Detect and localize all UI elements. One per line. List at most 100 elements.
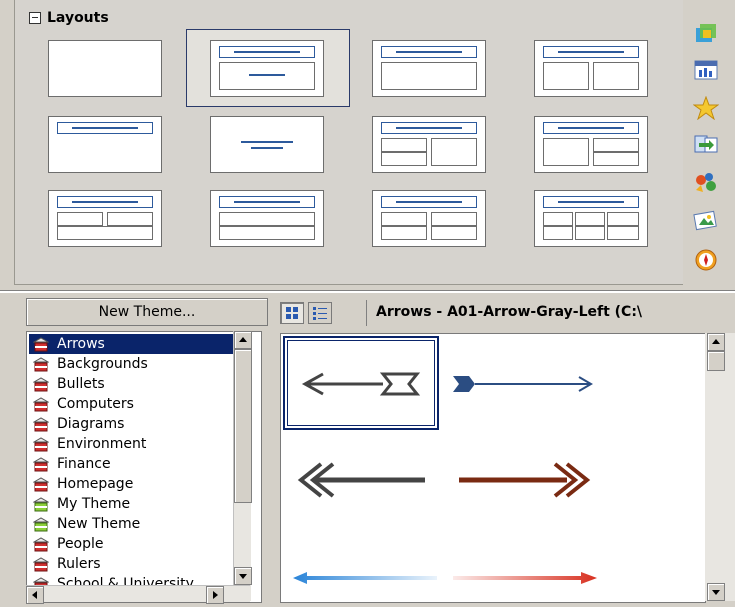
theme-item-rulers[interactable]: Rulers [29,554,234,574]
folder-icon [33,416,49,432]
arrow-gray-left-icon [301,372,421,396]
theme-item-bullets[interactable]: Bullets [29,374,234,394]
new-theme-button[interactable]: New Theme... [26,298,268,326]
folder-icon [33,376,49,392]
layout-thumbnail [210,190,324,247]
theme-label: Finance [57,456,111,472]
theme-label: Environment [57,436,147,452]
folder-icon [33,496,49,512]
layout-title-content-over-content[interactable] [187,180,349,256]
layout-title-2-content-over-content[interactable] [25,180,187,256]
theme-item-backgrounds[interactable]: Backgrounds [29,354,234,374]
theme-label: Arrows [57,336,105,352]
scroll-right-button[interactable] [206,586,224,604]
theme-label: New Theme [57,516,141,532]
theme-item-computers[interactable]: Computers [29,394,234,414]
arrow-double-gray-left-icon [297,462,425,498]
layout-thumbnail [48,116,162,173]
folder-icon [33,396,49,412]
preview-scrollbar[interactable] [705,333,735,601]
folder-icon [33,516,49,532]
layout-thumbnail [210,40,324,97]
layout-thumbnail [534,190,648,247]
scroll-up-button[interactable] [234,331,252,349]
folder-icon [33,556,49,572]
layout-title-2-content[interactable] [511,30,673,106]
animation-icon[interactable] [693,170,719,194]
gallery-title: Arrows - A01-Arrow-Gray-Left (C:\ [376,304,643,320]
folder-icon [33,456,49,472]
arrow-blue-right-icon [453,376,593,392]
layout-centered-text[interactable] [187,106,349,182]
folder-icon [33,536,49,552]
theme-label: My Theme [57,496,131,512]
layout-thumbnail [48,190,162,247]
arrow-double-brown-right-icon [459,462,591,498]
folder-icon [33,436,49,452]
layout-title-slide[interactable] [25,106,187,182]
layout-title-4-content[interactable] [349,180,511,256]
grid-view-icon [286,307,298,319]
section-divider [0,290,735,293]
cube-icon[interactable] [693,22,719,46]
toolbar-separator [366,300,367,326]
theme-item-people[interactable]: People [29,534,234,554]
icon-view-button[interactable] [280,302,304,324]
collapse-icon[interactable] [29,12,41,24]
scroll-left-button[interactable] [26,586,44,604]
theme-item-environment[interactable]: Environment [29,434,234,454]
chart-icon[interactable] [693,58,719,82]
theme-list-hscrollbar[interactable] [26,585,250,604]
layout-thumbnail [48,40,162,97]
navigator-icon[interactable] [693,248,719,272]
arrow-lightblue-left-icon [293,572,437,584]
folder-icon [33,336,49,352]
theme-item-arrows[interactable]: Arrows [29,334,234,354]
star-icon[interactable] [692,95,720,121]
detail-view-button[interactable] [308,302,332,324]
gallery-toolbar: Arrows - A01-Arrow-Gray-Left (C:\ [270,298,735,328]
layout-title-content[interactable] [349,30,511,106]
scroll-down-button[interactable] [234,567,252,585]
sidebar-icon-strip [683,0,735,290]
theme-label: Bullets [57,376,105,392]
theme-item-finance[interactable]: Finance [29,454,234,474]
theme-label: Rulers [57,556,101,572]
layouts-header[interactable]: Layouts [29,8,109,28]
folder-icon [33,476,49,492]
scroll-thumb[interactable] [234,349,252,503]
preview-scroll-down-button[interactable] [707,583,725,601]
layout-blank[interactable] [25,30,187,106]
layout-thumbnail [372,40,486,97]
layout-title-only-selected[interactable] [186,29,350,107]
transition-icon[interactable] [693,132,719,156]
layout-title-content-and-2-content[interactable] [511,106,673,182]
layout-title-6-content[interactable] [511,180,673,256]
layout-thumbnail [534,40,648,97]
theme-label: People [57,536,104,552]
theme-label: Homepage [57,476,134,492]
layouts-title: Layouts [47,10,109,26]
theme-list-scrollbar[interactable] [233,331,252,601]
theme-list[interactable]: Arrows Backgrounds Bullets Computers Dia… [26,331,262,603]
preview-scroll-thumb[interactable] [707,351,725,371]
theme-label: Backgrounds [57,356,148,372]
layout-thumbnail [372,190,486,247]
layout-thumbnail [210,116,324,173]
theme-label: Diagrams [57,416,125,432]
theme-label: Computers [57,396,134,412]
gallery-preview[interactable] [280,333,706,603]
preview-scroll-up-button[interactable] [707,333,725,351]
layout-thumbnail [534,116,648,173]
folder-icon [33,356,49,372]
arrow-red-right-icon [453,572,597,584]
layouts-panel: Layouts [14,0,683,285]
theme-item-diagrams[interactable]: Diagrams [29,414,234,434]
layout-thumbnail [372,116,486,173]
gallery-icon[interactable] [693,208,719,232]
list-view-icon [313,307,327,320]
layout-title-2-content-and-content[interactable] [349,106,511,182]
theme-item-homepage[interactable]: Homepage [29,474,234,494]
theme-item-my-theme[interactable]: My Theme [29,494,234,514]
theme-item-new-theme[interactable]: New Theme [29,514,234,534]
